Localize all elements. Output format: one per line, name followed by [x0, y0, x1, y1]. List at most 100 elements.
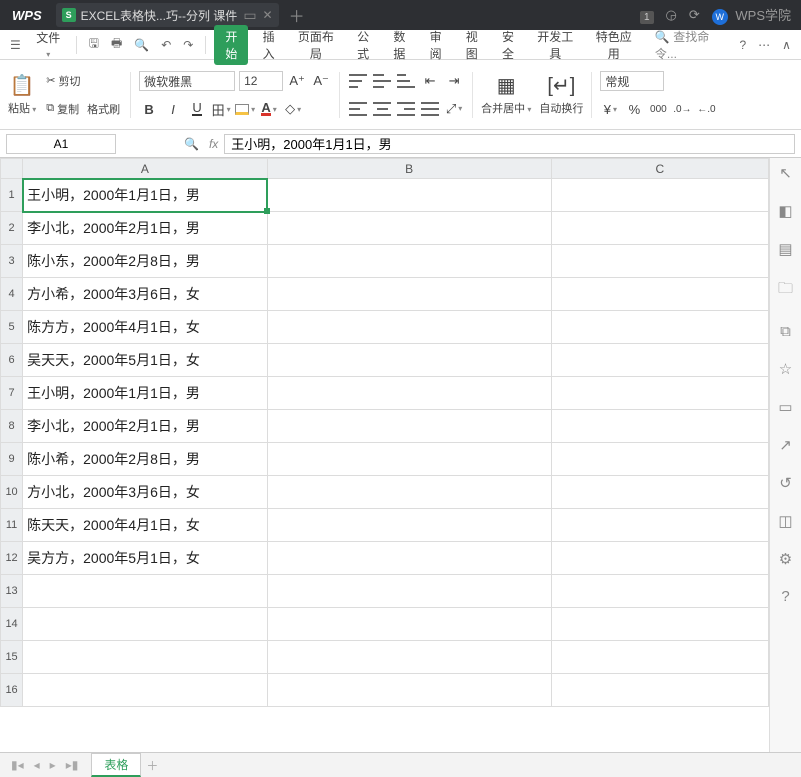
- name-box[interactable]: [6, 134, 116, 154]
- command-search[interactable]: 🔍 查找命令...: [649, 28, 732, 62]
- clear-format-button[interactable]: ◇: [283, 100, 303, 118]
- properties-panel-icon[interactable]: ◧: [778, 202, 792, 220]
- cell[interactable]: [267, 311, 551, 344]
- cell[interactable]: [267, 245, 551, 278]
- tab-data[interactable]: 数据: [383, 25, 415, 65]
- row-header[interactable]: 3: [1, 245, 23, 278]
- row-header[interactable]: 1: [1, 179, 23, 212]
- fx-icon[interactable]: fx: [203, 137, 224, 151]
- align-middle-button[interactable]: [372, 72, 392, 90]
- copy-button[interactable]: ⧉复制: [44, 100, 81, 118]
- increase-decimal-button[interactable]: .0→: [672, 100, 692, 118]
- increase-font-icon[interactable]: A⁺: [287, 72, 307, 90]
- row-header[interactable]: 15: [1, 641, 23, 674]
- more-icon[interactable]: ⋯: [754, 38, 774, 52]
- cell[interactable]: [267, 212, 551, 245]
- cell[interactable]: [23, 575, 268, 608]
- cell[interactable]: [551, 674, 768, 707]
- row-header[interactable]: 13: [1, 575, 23, 608]
- cell[interactable]: 吴方方，2000年5月1日，女: [23, 542, 268, 575]
- wrap-text-button[interactable]: [↵] 自动换行: [535, 71, 587, 118]
- percent-button[interactable]: %: [624, 100, 644, 118]
- font-name-select[interactable]: [139, 71, 235, 91]
- template-icon[interactable]: ◫: [778, 512, 792, 530]
- decrease-font-icon[interactable]: A⁻: [311, 72, 331, 90]
- new-tab-button[interactable]: ＋: [289, 3, 305, 27]
- tab-insert[interactable]: 插入: [252, 25, 284, 65]
- cell[interactable]: 李小北，2000年2月1日，男: [23, 410, 268, 443]
- cell[interactable]: [551, 443, 768, 476]
- protect-icon[interactable]: ▭: [778, 398, 792, 416]
- justify-button[interactable]: [420, 100, 440, 118]
- merge-center-button[interactable]: ▦ 合并居中: [477, 71, 535, 118]
- align-bottom-button[interactable]: [396, 72, 416, 90]
- row-header[interactable]: 8: [1, 410, 23, 443]
- cell[interactable]: [551, 542, 768, 575]
- select-tool-icon[interactable]: ↖: [779, 164, 792, 182]
- border-button[interactable]: 田: [211, 100, 231, 118]
- menu-icon[interactable]: ☰: [6, 38, 25, 52]
- cell[interactable]: [267, 443, 551, 476]
- row-header[interactable]: 10: [1, 476, 23, 509]
- tab-formula[interactable]: 公式: [347, 25, 379, 65]
- indent-left-button[interactable]: ⇤: [420, 72, 440, 90]
- spreadsheet-grid[interactable]: A B C 1王小明，2000年1月1日，男2李小北，2000年2月1日，男3陈…: [0, 158, 769, 707]
- sheet-nav-first[interactable]: ▮◂: [6, 758, 29, 772]
- cell[interactable]: 吴天天，2000年5月1日，女: [23, 344, 268, 377]
- cell[interactable]: [551, 212, 768, 245]
- cell[interactable]: [267, 278, 551, 311]
- cell[interactable]: [267, 476, 551, 509]
- tab-start[interactable]: 开始: [214, 25, 248, 65]
- sheet-tab[interactable]: 表格: [91, 753, 141, 777]
- cell[interactable]: 李小北，2000年2月1日，男: [23, 212, 268, 245]
- align-top-button[interactable]: [348, 72, 368, 90]
- cell[interactable]: [551, 509, 768, 542]
- col-header-a[interactable]: A: [23, 159, 268, 179]
- indent-right-button[interactable]: ⇥: [444, 72, 464, 90]
- sync-icon[interactable]: ⟳: [683, 7, 706, 23]
- comma-button[interactable]: 000: [648, 100, 668, 118]
- align-left-button[interactable]: [348, 100, 368, 118]
- notification-badge[interactable]: 1: [634, 8, 660, 23]
- cell[interactable]: 陈小希，2000年2月8日，男: [23, 443, 268, 476]
- format-painter-button[interactable]: 格式刷: [85, 100, 122, 118]
- account-label[interactable]: W WPS学院: [706, 5, 797, 25]
- cell[interactable]: [551, 311, 768, 344]
- row-header[interactable]: 9: [1, 443, 23, 476]
- cell[interactable]: [267, 608, 551, 641]
- preview-icon[interactable]: 🔍: [130, 38, 153, 52]
- cell[interactable]: [267, 410, 551, 443]
- cell[interactable]: [267, 179, 551, 212]
- cloud-icon[interactable]: ◶: [660, 7, 683, 23]
- tab-view[interactable]: 视图: [456, 25, 488, 65]
- tab-review[interactable]: 审阅: [419, 25, 451, 65]
- row-header[interactable]: 14: [1, 608, 23, 641]
- cell[interactable]: [551, 377, 768, 410]
- cell[interactable]: [267, 509, 551, 542]
- cell[interactable]: 陈天天，2000年4月1日，女: [23, 509, 268, 542]
- settings-icon[interactable]: ⚙: [779, 550, 792, 568]
- col-header-b[interactable]: B: [267, 159, 551, 179]
- tab-layout[interactable]: 页面布局: [289, 25, 343, 65]
- print-icon[interactable]: 🖶: [107, 34, 126, 55]
- cell[interactable]: 陈小东，2000年2月8日，男: [23, 245, 268, 278]
- backup-icon[interactable]: 🗀: [778, 278, 793, 303]
- favorite-icon[interactable]: ☆: [779, 360, 792, 378]
- row-header[interactable]: 7: [1, 377, 23, 410]
- help-sidebar-icon[interactable]: ?: [781, 588, 789, 605]
- redo-icon[interactable]: ↷: [179, 38, 197, 52]
- cell[interactable]: [267, 641, 551, 674]
- cell[interactable]: [267, 674, 551, 707]
- sheet-nav-prev[interactable]: ◂: [29, 758, 45, 772]
- collapse-ribbon-icon[interactable]: ∧: [778, 38, 795, 52]
- cell[interactable]: 方小北，2000年3月6日，女: [23, 476, 268, 509]
- help-icon[interactable]: ?: [735, 38, 750, 52]
- tab-devtools[interactable]: 开发工具: [528, 25, 582, 65]
- add-sheet-button[interactable]: ＋: [141, 757, 163, 774]
- row-header[interactable]: 4: [1, 278, 23, 311]
- history-icon[interactable]: ↺: [779, 474, 792, 492]
- orientation-button[interactable]: ⤢: [444, 100, 464, 118]
- formula-input[interactable]: [224, 134, 795, 154]
- row-header[interactable]: 2: [1, 212, 23, 245]
- document-tab[interactable]: S EXCEL表格快...巧--分列 课件 ▭ ✕: [56, 3, 279, 27]
